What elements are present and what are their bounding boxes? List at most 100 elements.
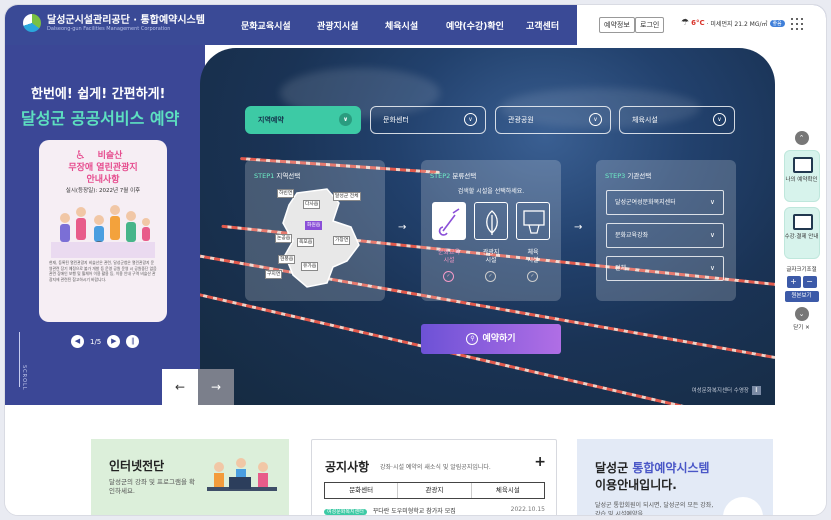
step1-region-box: STEP1 지역선택 하빈면 다사읍 달성군 전체 화원읍 논공읍 옥포읍 가창… [245,160,385,301]
category-sports-button[interactable] [516,202,550,240]
step2-label: STEP2 분류선택 [430,172,477,180]
region-hyeonpung[interactable]: 현풍읍 [278,255,296,264]
quick-my-reservation[interactable]: 나의 예약확인 [783,150,820,202]
bottom-section: 인터넷전단 달성군의 강좌 및 프로그램을 확인하세요. 공지사항 강좌·시설 … [5,405,826,516]
reservation-info-button[interactable]: 예약정보 [599,17,635,33]
region-nongong[interactable]: 논공읍 [275,234,293,243]
tab-culture-center[interactable]: 문화센터 ∨ [370,106,486,134]
notice-subtitle: 강좌·시설 예약의 새소식 및 알림공지입니다. [380,464,491,471]
usage-guide-title1: 달성군 통합예약시스템 [595,461,710,475]
pause-icon[interactable]: ∥ [752,386,761,395]
weather-badge: 좋음 [769,19,785,27]
weather-sun-icon: ☂ [681,18,690,28]
font-reset-button[interactable]: 원본보기 [784,291,819,302]
category-sports-label: 체육 시설 [527,249,539,264]
logo-title: 달성군시설관리공단 · 통합예약시스템 [47,14,205,26]
check-sports-icon: ✓ [527,271,538,282]
font-increase-button[interactable]: + [786,276,801,288]
quick-down-button[interactable]: ⌄ [794,307,809,321]
region-gachang[interactable]: 가창면 [333,236,351,245]
arrow-right-icon: → [398,222,407,233]
tab-sports-facility[interactable]: 체육시설 ∨ [619,106,735,134]
step1-label: STEP1 지역선택 [254,172,301,180]
chevron-down-icon: ∨ [709,198,715,206]
promo-prev-button[interactable]: ◀ [71,335,84,348]
category-culture-button[interactable] [432,202,466,240]
site-logo[interactable]: 달성군시설관리공단 · 통합예약시스템 Dalseong-gun Facilit… [23,14,205,32]
violin-icon [438,208,460,236]
login-button[interactable]: 로그인 [635,17,665,33]
region-hayang[interactable]: 하빈면 [277,189,295,198]
font-decrease-button[interactable]: − [802,276,817,288]
step3-label: STEP3 기관선택 [605,172,652,180]
nav-item-reservation-check[interactable]: 예약(수강)확인 [446,19,526,32]
payment-screen-icon [792,214,813,230]
main-nav: 문화교육시설 관광지시설 체육시설 예약(수강)확인 고객센터 [241,19,559,32]
browser-frame: 달성군시설관리공단 · 통합예약시스템 Dalseong-gun Facilit… [4,4,827,516]
left-promo-panel: 한번에! 쉽게! 간편하게! 달성군 공공서비스 예약 ♿ 비슬산 무장애 열린… [5,45,205,405]
internet-flyer-title: 인터넷전단 [109,459,165,473]
promo-card[interactable]: ♿ 비슬산 무장애 열린관광지 안내사항 실시(등장일): 2022년 7월 이… [39,140,167,322]
quick-close-button[interactable]: 닫기 ✕ [775,323,826,331]
notice-tab-tourism[interactable]: 관광지 [397,483,470,498]
hero-next-button[interactable]: → [198,369,234,405]
chevron-down-icon: ∨ [709,264,715,272]
people-illustration [51,196,155,258]
tab-region[interactable]: 지역예약 ∨ [245,106,361,134]
nav-item-tourism[interactable]: 관광지시설 [317,19,385,32]
step2-hint: 검색할 시설을 선택하세요. [457,188,525,195]
notice-tab-culture[interactable]: 문화센터 [325,483,397,498]
slogan-line2: 달성군 공공서비스 예약 [21,109,180,128]
region-okpo[interactable]: 옥포읍 [297,238,315,247]
internet-flyer-card[interactable]: 인터넷전단 달성군의 강좌 및 프로그램을 확인하세요. [91,439,289,515]
chevron-down-icon: ∨ [339,113,352,126]
weather-temp: 6°C [691,19,705,27]
promo-pause-button[interactable]: ∥ [126,335,140,348]
chevron-down-icon: ∨ [709,231,715,239]
notice-row-tag: 여성문화복지센터 [324,509,367,515]
all-menu-grid-icon[interactable] [791,18,803,30]
monitor-icon [792,157,813,173]
usage-guide-sub: 달성군 통합회원이 되시면, 달성군의 모든 강좌, 강습 및 시설예약을 [595,502,714,516]
promo-pager: ◀ 1/5 ▶ ∥ [71,335,140,348]
category-tourism-button[interactable] [474,202,508,240]
promo-next-button[interactable]: ▶ [107,335,121,348]
promo-card-body: 현재, 등록된 열린관광지 비슬산은 관련, 달성군청은 열린관광지 운영관련 … [49,260,157,282]
notice-more-plus-icon[interactable]: + [534,454,546,470]
program-type-select[interactable]: 문화교육강좌 ∨ [606,223,724,248]
region-map: 하빈면 다사읍 달성군 전체 화원읍 논공읍 옥포읍 가창면 현풍읍 유가읍 구… [265,183,377,295]
chevron-down-icon: ∨ [589,113,602,126]
slogan-line1: 한번에! 쉽게! 간편하게! [31,87,166,102]
quick-up-button[interactable]: ⌃ [794,131,809,145]
step2-category-box: STEP2 분류선택 검색할 시설을 선택하세요. 문화교육 시설 관광지 시설 체… [421,160,561,301]
chevron-down-icon: ∨ [464,113,477,126]
scroll-hint: SCROLL [21,365,27,391]
category-culture-label: 문화교육 시설 [437,249,461,264]
usage-guide-card[interactable]: 달성군 통합예약시스템 이용안내입니다. 달성군 통합회원이 되시면, 달성군의… [577,439,773,516]
region-guji[interactable]: 구지면 [265,270,283,279]
notice-tabs: 문화센터 관광지 체육시설 [324,482,545,499]
region-hwawon[interactable]: 화원읍 [305,221,323,230]
quick-payment-guide[interactable]: 수강·결제 안내 [783,207,820,259]
tab-tourism-park[interactable]: 관광공원 ∨ [495,106,611,134]
region-all[interactable]: 달성군 전체 [333,192,361,201]
notice-row[interactable]: 여성문화복지센터 꾸다란 도우미형학교 참가자 모집 2022.10.15 [324,506,545,515]
font-size-title: 글자크기조절 [786,267,817,273]
people-at-table-illustration [207,458,277,491]
notice-row-text: 꾸다란 도우미형학교 참가자 모집 [372,508,456,515]
promo-pager-count: 1/5 [90,337,102,346]
region-yuga[interactable]: 유가읍 [301,262,319,271]
notice-tab-sports[interactable]: 체육시설 [470,483,544,498]
decor-circle [723,497,763,515]
nav-item-culture[interactable]: 문화교육시설 [241,19,317,32]
leaf-icon [486,210,498,235]
nav-item-sports[interactable]: 체육시설 [385,19,446,32]
usage-guide-title2: 이용안내입니다. [595,478,677,492]
reserve-button[interactable]: ⚲ 예약하기 [421,324,561,354]
program-filter-select[interactable]: 전체 ∨ [606,256,724,281]
facility-select[interactable]: 달성군여성문화복지센터 ∨ [606,190,724,215]
region-dasa[interactable]: 다사읍 [303,200,321,209]
hero-prev-button[interactable]: ← [162,369,198,405]
weather-dust: · 미세먼지 21.2 MG/㎥ [706,20,768,28]
nav-item-customer-center[interactable]: 고객센터 [526,19,559,32]
